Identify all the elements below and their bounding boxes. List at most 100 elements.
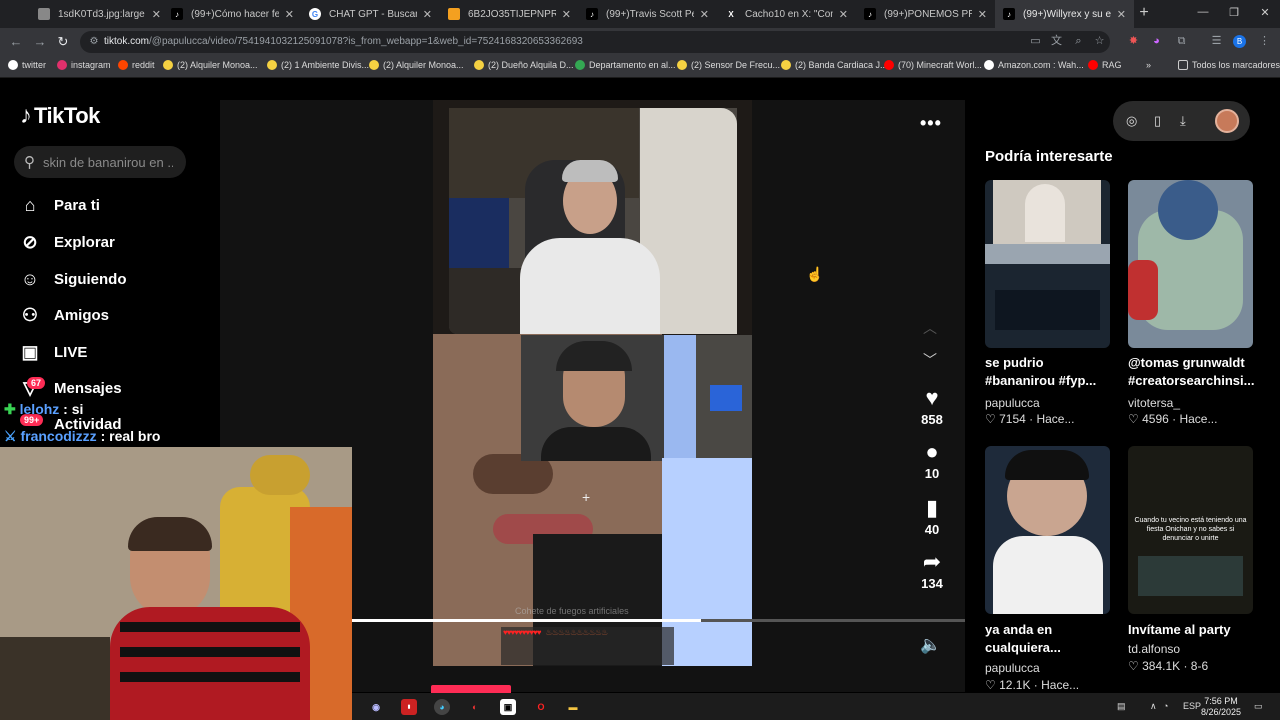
wifi-icon[interactable]: ◔ (1163, 701, 1168, 711)
bookmark-item[interactable]: (70) Minecraft Worl... (884, 60, 982, 70)
bookmark-item[interactable]: reddit (118, 60, 155, 70)
suggestion-user[interactable]: vitotersa_ (1128, 396, 1180, 410)
zoom-icon[interactable]: ⌕ (1072, 35, 1085, 48)
app-icon[interactable]: ▣ (500, 699, 516, 715)
bookmark-favicon-icon (474, 60, 484, 70)
browser-tab[interactable]: XCacho10 en X: "Comunica✕ (717, 0, 856, 28)
avatar[interactable] (1215, 109, 1239, 133)
browser-tab[interactable]: ♪(99+)PONEMOS PRIMERA✕ (856, 0, 995, 28)
bookmark-item[interactable]: RAG (1088, 60, 1122, 70)
suggestion-title[interactable]: ya anda en cualquiera... (985, 621, 1115, 657)
close-icon[interactable]: ✕ (700, 8, 709, 21)
close-icon[interactable]: ✕ (978, 8, 987, 21)
bookmark-item[interactable]: twitter (8, 60, 46, 70)
close-icon[interactable]: ✕ (285, 8, 294, 21)
tiktok-logo[interactable]: ♪ TikTok (20, 102, 100, 130)
suggestion-thumbnail[interactable] (985, 180, 1110, 348)
browser-tab[interactable]: 1sdK0Td3.jpg:large (736×✕ (30, 0, 169, 28)
close-icon[interactable]: ✕ (562, 8, 571, 21)
folder-icon[interactable]: ▬ (565, 699, 581, 715)
nav-live[interactable]: ▣ LIVE (18, 342, 87, 363)
bookmark-item[interactable]: (2) Alquiler Monoa... (369, 60, 464, 70)
suggestion-title[interactable]: @tomas grunwaldt #creatorsearchinsi... (1128, 354, 1258, 390)
browser-tab[interactable]: 6B2JO35TIJEPNPR4N8DN✕ (440, 0, 579, 28)
browser-tab[interactable]: GCHAT GPT - Buscar con Go✕ (301, 0, 440, 28)
chevron-down-icon[interactable]: ﹀ (923, 350, 937, 370)
opera-icon[interactable]: O (533, 699, 549, 715)
translate-icon[interactable]: 文 (1050, 35, 1063, 48)
back-icon[interactable]: ← (8, 35, 24, 49)
more-options-icon[interactable]: ••• (920, 113, 942, 134)
bookmark-item[interactable]: (2) Alquiler Monoa... (163, 60, 258, 70)
friends-icon: ⚇ (21, 305, 39, 325)
search-input[interactable] (43, 154, 173, 170)
menu-icon[interactable]: ⋮ (1258, 35, 1271, 48)
save-button[interactable]: ▮ 40 (911, 496, 953, 538)
bookmark-favicon-icon (163, 60, 173, 70)
download-icon[interactable]: ⤓ (1180, 113, 1186, 129)
restore-icon[interactable]: ❐ (1227, 6, 1241, 19)
suggestion-user[interactable]: td.alfonso (1128, 642, 1180, 656)
browser-tab-active[interactable]: ♪ (99+)Willyrex y su en ✕ (995, 0, 1134, 28)
reload-icon[interactable]: ↻ (55, 35, 71, 49)
new-tab-icon[interactable]: + (1136, 5, 1152, 21)
bookmark-item[interactable]: (2) 1 Ambiente Divis... (267, 60, 369, 70)
bookmark-item[interactable]: (2) Banda Cardiaca J... (781, 60, 888, 70)
window-close-icon[interactable]: ✕ (1258, 6, 1272, 19)
suggestion-thumbnail[interactable]: Cuando tu vecino está teniendo una fiest… (1128, 446, 1253, 614)
close-icon[interactable]: ✕ (152, 8, 161, 21)
suggestion-thumbnail[interactable] (1128, 180, 1253, 348)
all-bookmarks[interactable]: Todos los marcadores (1178, 60, 1280, 70)
suggestion-thumbnail[interactable] (985, 446, 1110, 614)
extension-icon[interactable]: ◕ (1150, 35, 1163, 48)
browser-tab[interactable]: ♪(99+)Cómo hacer feliz a tu✕ (163, 0, 302, 28)
video-frame-panel (662, 458, 752, 666)
close-icon[interactable]: ✕ (1117, 8, 1126, 21)
comment-button[interactable]: ● 10 (911, 440, 953, 482)
notifications-icon[interactable]: ▭ (1254, 701, 1263, 712)
tray-icon[interactable]: ▤ (1117, 701, 1126, 712)
mobile-icon[interactable]: ▯ (1154, 113, 1161, 129)
nav-friends[interactable]: ⚇ Amigos (18, 305, 109, 326)
site-info-icon[interactable]: ⚙ (86, 35, 102, 49)
extensions-icon[interactable]: ⧉ (1175, 35, 1188, 48)
nav-following[interactable]: ☺ Siguiendo (18, 269, 127, 290)
search-box[interactable]: ⚲ (14, 146, 186, 178)
reading-list-icon[interactable]: ☰ (1210, 35, 1223, 48)
chrome-icon[interactable]: ◕ (434, 699, 450, 715)
app-icon[interactable]: ◐ (467, 699, 483, 715)
nav-for-you[interactable]: ⌂ Para ti (18, 195, 100, 216)
nav-explore[interactable]: ⊘ Explorar (18, 232, 114, 253)
bookmark-item[interactable]: instagram (57, 60, 111, 70)
sub-badge-icon: ⚔ (4, 428, 21, 444)
extension-icon[interactable]: ✸ (1127, 35, 1140, 48)
clock[interactable]: 7:56 PM 8/26/2025 (1196, 696, 1246, 718)
chevron-up-icon[interactable]: ︿ (923, 318, 937, 338)
like-button[interactable]: ♥ 858 (911, 386, 953, 428)
close-icon[interactable]: ✕ (839, 8, 848, 21)
app-icon[interactable]: ▮ (401, 699, 417, 715)
suggestion-user[interactable]: papulucca (985, 661, 1040, 675)
bookmark-item[interactable]: (2) Sensor De Frecu... (677, 60, 780, 70)
bookmark-star-icon[interactable]: ☆ (1093, 35, 1106, 48)
browser-tab[interactable]: ♪(99+)Travis Scott Perform✕ (578, 0, 717, 28)
suggestion-title[interactable]: Invítame al party (1128, 621, 1258, 639)
bookmark-item[interactable]: (2) Dueño Alquila D... (474, 60, 574, 70)
coin-icon[interactable]: ◎ (1126, 113, 1137, 129)
bookmark-item[interactable]: Departamento en al... (575, 60, 676, 70)
forward-icon[interactable]: → (32, 35, 48, 49)
suggestion-title[interactable]: se pudrio #bananirou #fyp... (985, 354, 1115, 390)
minimize-icon[interactable]: — (1196, 6, 1210, 18)
tray-chevron-up-icon[interactable]: ∧ (1150, 701, 1157, 712)
live-button[interactable] (431, 685, 511, 693)
share-button[interactable]: ➦ 134 (911, 550, 953, 592)
cast-icon[interactable]: ▭ (1029, 35, 1042, 48)
bookmarks-more-icon[interactable]: » (1146, 60, 1151, 70)
suggestion-user[interactable]: papulucca (985, 396, 1040, 410)
video-person (520, 238, 660, 334)
volume-icon[interactable]: 🔈 (920, 635, 941, 655)
bookmark-item[interactable]: Amazon.com : Wah... (984, 60, 1084, 70)
discord-icon[interactable]: ◉ (368, 699, 384, 715)
close-icon[interactable]: ✕ (423, 8, 432, 21)
profile-icon[interactable]: B (1233, 35, 1246, 48)
